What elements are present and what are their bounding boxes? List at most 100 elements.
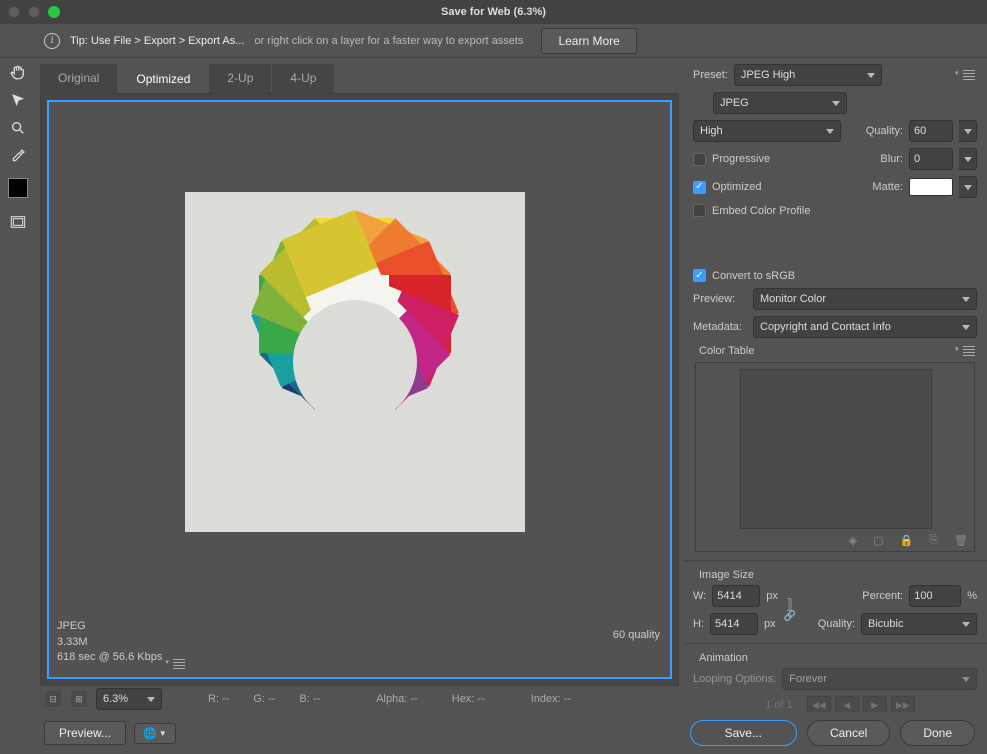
progressive-label: Progressive [712, 153, 770, 165]
settings-panel: Preset: JPEG High JPEG High Quality: Pro… [683, 58, 987, 712]
toggle-slices-tool[interactable] [6, 212, 30, 232]
anim-last-button: ▶▶ [891, 696, 915, 712]
color-table-label: Color Table [699, 345, 754, 357]
matte-select[interactable] [959, 176, 977, 198]
preview-button[interactable]: Preview... [44, 721, 126, 745]
width-px: px [766, 590, 778, 602]
matte-swatch[interactable] [909, 178, 953, 196]
progressive-checkbox[interactable] [693, 153, 706, 166]
height-label: H: [693, 618, 704, 630]
learn-more-button[interactable]: Learn More [541, 28, 636, 54]
anim-next-button: ▶ [863, 696, 887, 712]
browser-preview-button[interactable]: 🌐▼ [134, 723, 176, 744]
preview-tabs: OriginalOptimized2-Up4-Up [40, 64, 679, 93]
preset-label: Preset: [693, 69, 728, 81]
window-controls [8, 6, 60, 18]
resample-quality-select[interactable]: Bicubic [861, 613, 977, 635]
optimized-checkbox[interactable] [693, 181, 706, 194]
blur-stepper[interactable] [959, 148, 977, 170]
preview-image [185, 192, 525, 532]
optimized-label: Optimized [712, 181, 762, 193]
preset-select[interactable]: JPEG High [734, 64, 882, 86]
percent-label: Percent: [862, 590, 903, 602]
preview-canvas[interactable]: JPEG 3.33M 618 sec @ 56.6 Kbps 60 qualit… [40, 93, 679, 686]
preview-time: 618 sec @ 56.6 Kbps [57, 651, 162, 663]
tab-optimized[interactable]: Optimized [118, 64, 208, 93]
metadata-select[interactable]: Copyright and Contact Info [753, 316, 977, 338]
tip-bar: i Tip: Use File > Export > Export As... … [0, 24, 987, 58]
tab-2-up[interactable]: 2-Up [209, 64, 271, 93]
percent-input[interactable] [909, 585, 961, 607]
anim-first-button: ◀◀ [807, 696, 831, 712]
ct-trash-icon[interactable]: 🗑 [954, 534, 968, 547]
blur-input[interactable] [909, 148, 953, 170]
preview-info: JPEG 3.33M 618 sec @ 56.6 Kbps [57, 619, 187, 671]
titlebar: Save for Web (6.3%) [0, 0, 987, 24]
slice-select-tool[interactable] [6, 90, 30, 110]
tip-text-strong: Tip: Use File > Export > Export As... [70, 35, 244, 47]
zoom-tool[interactable] [6, 118, 30, 138]
color-table: ◈ ▢ 🔒 ⎘ 🗑 [695, 362, 975, 552]
zoom-select[interactable]: 6.3% [96, 688, 162, 710]
readout-alpha: Alpha: -- [376, 693, 418, 705]
readout-b: B: -- [299, 693, 320, 705]
quality-label: Quality: [866, 125, 903, 137]
convert-srgb-checkbox[interactable] [693, 269, 706, 282]
bottom-bar: Preview... 🌐▼ Save... Cancel Done [0, 712, 987, 754]
readout-index: Index: -- [531, 693, 571, 705]
cancel-button[interactable]: Cancel [807, 720, 890, 746]
ct-new-icon[interactable]: ⎘ [929, 534, 938, 547]
embed-profile-label: Embed Color Profile [712, 205, 810, 217]
embed-profile-checkbox[interactable] [693, 204, 706, 217]
preview-profile-label: Preview: [693, 293, 747, 305]
window-title: Save for Web (6.3%) [0, 6, 987, 18]
hand-tool[interactable] [6, 62, 30, 82]
looping-select: Forever [782, 668, 977, 690]
close-window-button[interactable] [8, 6, 20, 18]
width-label: W: [693, 590, 706, 602]
tool-strip [0, 58, 36, 712]
readout-r: R: -- [208, 693, 229, 705]
tip-text-rest: or right click on a layer for a faster w… [254, 35, 523, 47]
format-select[interactable]: JPEG [713, 92, 847, 114]
anim-prev-button: ◀ [835, 696, 859, 712]
image-size-label: Image Size [699, 569, 754, 581]
preset-menu-icon[interactable] [961, 68, 977, 82]
globe-icon: 🌐 [143, 727, 157, 740]
width-input[interactable] [712, 585, 760, 607]
preview-size: 3.33M [57, 635, 187, 650]
readout-g: G: -- [253, 693, 275, 705]
quality-input[interactable] [909, 120, 953, 142]
preview-quality-readout: 60 quality [613, 629, 660, 641]
metadata-label: Metadata: [693, 321, 747, 333]
preview-profile-select[interactable]: Monitor Color [753, 288, 977, 310]
done-button[interactable]: Done [900, 720, 975, 746]
eyedropper-color-swatch[interactable] [8, 178, 28, 198]
color-table-menu[interactable] [961, 344, 977, 358]
preview-time-menu[interactable] [171, 650, 187, 671]
info-icon: i [44, 33, 60, 49]
height-px: px [764, 618, 776, 630]
save-button[interactable]: Save... [690, 720, 797, 746]
minimize-window-button[interactable] [28, 6, 40, 18]
ui-toggle-1[interactable]: ⊟ [44, 690, 62, 708]
tab-4-up[interactable]: 4-Up [272, 64, 334, 93]
maximize-window-button[interactable] [48, 6, 60, 18]
tab-original[interactable]: Original [40, 64, 117, 93]
animation-label: Animation [699, 652, 748, 664]
eyedropper-tool[interactable] [6, 146, 30, 166]
percent-sign: % [967, 590, 977, 602]
looping-label: Looping Options: [693, 673, 776, 685]
height-input[interactable] [710, 613, 758, 635]
quality-stepper[interactable] [959, 120, 977, 142]
resample-quality-label: Quality: [818, 618, 855, 630]
matte-label: Matte: [872, 181, 903, 193]
frame-counter: 1 of 1 [765, 699, 793, 711]
ct-icon-2[interactable]: ▢ [873, 534, 883, 547]
info-bar: ⊟ ⊞ 6.3% R: -- G: -- B: -- Alpha: -- Hex… [0, 686, 679, 712]
quality-preset-select[interactable]: High [693, 120, 841, 142]
ct-icon-1[interactable]: ◈ [849, 534, 857, 547]
blur-label: Blur: [880, 153, 903, 165]
ct-lock-icon[interactable]: 🔒 [900, 534, 914, 547]
ui-toggle-2[interactable]: ⊞ [70, 690, 88, 708]
